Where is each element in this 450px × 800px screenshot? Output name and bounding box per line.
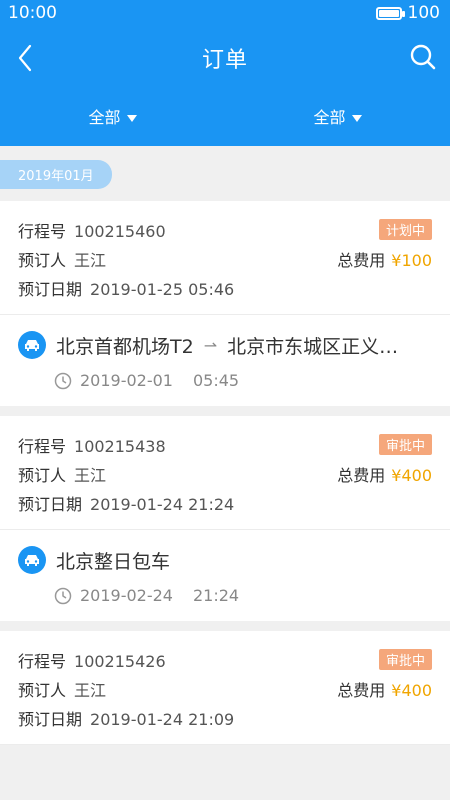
battery-icon (375, 6, 405, 20)
total-label: 总费用 (337, 465, 386, 485)
booker-name: 王江 (74, 250, 107, 270)
booker-name: 王江 (74, 680, 107, 700)
booker-label: 预订人 (18, 465, 67, 485)
filter-label: 全部 (88, 108, 121, 127)
total-price: ¥100 (391, 250, 432, 270)
month-section: 2019年01月 (0, 146, 450, 201)
status-badge: 审批中 (378, 649, 432, 670)
route-from: 北京首都机场T2 (56, 335, 194, 358)
order-info: 行程号 100215426 审批中 预订人 王江 总费用 ¥400 预订日期 2019-01… (0, 631, 450, 745)
status-badge: 审批中 (378, 434, 432, 455)
route-to: 北京市东城区正义… (227, 335, 399, 358)
filter-dropdown-2[interactable]: 全部 (225, 104, 450, 128)
booker-label: 预订人 (18, 250, 67, 270)
app-header: 10:00 100 订单 全部 全部 (0, 0, 450, 146)
total-price: ¥400 (391, 465, 432, 485)
filter-dropdown-1[interactable]: 全部 (0, 104, 225, 128)
booking-date: 2019-01-24 21:24 (90, 494, 235, 514)
route-info: 北京首都机场T2 ⇀ 北京市东城区正义… 2019-02-01 05:45 (0, 315, 450, 406)
booking-date: 2019-01-25 05:46 (90, 279, 235, 299)
clock-icon (54, 372, 72, 389)
trip-number-label: 行程号 (18, 436, 67, 456)
page-title: 订单 (201, 48, 248, 73)
order-info: 行程号 100215438 审批中 预订人 王江 总费用 ¥400 预订日期 2019-01… (0, 416, 450, 530)
caret-down-icon (126, 115, 137, 122)
car-icon (18, 331, 46, 359)
total-label: 总费用 (337, 680, 386, 700)
search-icon (410, 44, 436, 70)
trip-number: 100215438 (74, 436, 166, 456)
filter-bar: 全部 全部 (0, 86, 450, 146)
order-card[interactable]: 行程号 100215438 审批中 预订人 王江 总费用 ¥400 预订日期 2019-01… (0, 416, 450, 621)
trip-number: 100215426 (74, 651, 166, 671)
booker-name: 王江 (74, 465, 107, 485)
ride-date: 2019-02-01 (80, 371, 173, 390)
order-card[interactable]: 行程号 100215460 计划中 预订人 王江 总费用 ¥100 预订日期 2019-01… (0, 201, 450, 406)
order-info: 行程号 100215460 计划中 预订人 王江 总费用 ¥100 预订日期 2019-01… (0, 201, 450, 315)
filter-label: 全部 (313, 108, 346, 127)
status-bar: 10:00 100 (0, 0, 450, 28)
ride-date: 2019-02-24 (80, 586, 173, 605)
car-icon (18, 546, 46, 574)
caret-down-icon (351, 115, 362, 122)
arrow-right-icon: ⇀ (203, 335, 218, 355)
trip-number-label: 行程号 (18, 651, 67, 671)
booking-date-label: 预订日期 (18, 279, 83, 299)
month-label: 2019年01月 (0, 160, 112, 189)
ride-time: 21:24 (192, 586, 240, 605)
ride-time: 05:45 (192, 371, 240, 390)
booking-date-label: 预订日期 (18, 494, 83, 514)
total-label: 总费用 (337, 250, 386, 270)
total-price: ¥400 (391, 680, 432, 700)
battery-indicator: 100 (375, 3, 440, 23)
battery-percent: 100 (407, 3, 440, 23)
trip-number-label: 行程号 (18, 221, 67, 241)
booker-label: 预订人 (18, 680, 67, 700)
booking-date-label: 预订日期 (18, 709, 83, 729)
route-title: 北京整日包车 (56, 550, 171, 573)
status-badge: 计划中 (378, 219, 432, 240)
order-card[interactable]: 行程号 100215426 审批中 预订人 王江 总费用 ¥400 预订日期 2019-01… (0, 631, 450, 745)
booking-date: 2019-01-24 21:09 (90, 709, 235, 729)
clock-icon (54, 587, 72, 604)
status-time: 10:00 (8, 3, 57, 23)
trip-number: 100215460 (74, 221, 166, 241)
nav-bar: 订单 (0, 28, 450, 86)
search-button[interactable] (408, 42, 438, 72)
route-info: 北京整日包车 2019-02-24 21:24 (0, 530, 450, 621)
